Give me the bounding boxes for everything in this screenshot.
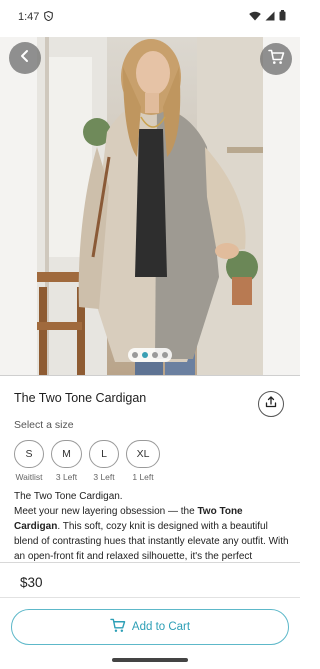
cart-icon (110, 618, 126, 636)
carousel-dot[interactable] (162, 352, 168, 358)
carousel-dot-active[interactable] (142, 352, 148, 358)
product-price: $30 (20, 575, 43, 590)
carousel-dot[interactable] (152, 352, 158, 358)
add-to-cart-button[interactable]: Add to Cart (11, 609, 289, 645)
size-option-m: M 3 Left (51, 440, 82, 482)
carousel-dot[interactable] (132, 352, 138, 358)
size-selector: S Waitlist M 3 Left L 3 Left XL 1 Left (14, 440, 160, 482)
size-option-l: L 3 Left (89, 440, 119, 482)
size-availability: 1 Left (132, 472, 154, 482)
share-icon (265, 395, 277, 413)
product-title: The Two Tone Cardigan (14, 391, 147, 405)
product-description: The Two Tone Cardigan. Meet your new lay… (14, 489, 290, 561)
description-heading: The Two Tone Cardigan. (14, 491, 123, 502)
divider (0, 562, 300, 563)
size-option-xl: XL 1 Left (126, 440, 160, 482)
share-button[interactable] (258, 391, 284, 417)
carousel-indicator (128, 348, 172, 362)
product-photo (37, 37, 263, 375)
status-bar: 1:47 (0, 0, 300, 34)
status-right (249, 10, 286, 24)
size-option-s: S Waitlist (14, 440, 44, 482)
divider (0, 375, 300, 376)
product-image-carousel[interactable] (0, 37, 300, 375)
size-availability: 3 Left (55, 472, 78, 482)
size-chip-xl[interactable]: XL (126, 440, 160, 468)
description-body: Meet your new layering obsession — the T… (14, 504, 290, 561)
size-chip-s[interactable]: S (14, 440, 44, 468)
wifi-icon (249, 11, 261, 24)
size-section-label: Select a size (14, 419, 74, 431)
home-indicator[interactable] (112, 658, 188, 662)
size-availability: 3 Left (93, 472, 115, 482)
signal-icon (265, 11, 275, 24)
cart-icon (267, 49, 285, 70)
size-availability: Waitlist (15, 472, 43, 482)
description-text: Meet your new layering obsession — the (14, 506, 198, 517)
battery-icon (279, 10, 286, 24)
back-button[interactable] (9, 42, 41, 74)
status-time: 1:47 (18, 11, 40, 23)
size-chip-m[interactable]: M (51, 440, 82, 468)
shield-status-icon (44, 10, 54, 24)
arrow-left-icon (18, 49, 32, 68)
add-to-cart-label: Add to Cart (131, 621, 191, 633)
cart-button[interactable] (260, 43, 292, 75)
divider (0, 597, 300, 598)
status-left: 1:47 (18, 10, 54, 24)
size-chip-l[interactable]: L (89, 440, 119, 468)
